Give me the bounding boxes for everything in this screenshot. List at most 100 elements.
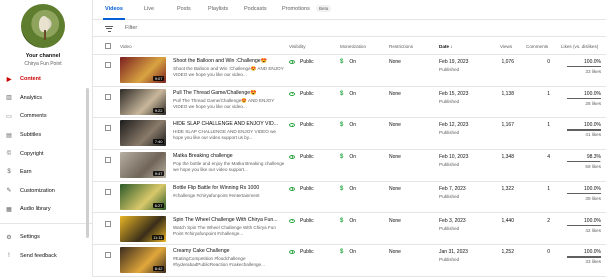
sidebar-item-comments[interactable]: ▭ Comments — [0, 107, 92, 126]
views-count: 1,348 — [501, 154, 514, 161]
video-duration: 6:27 — [153, 202, 164, 208]
views-count: 1,322 — [501, 185, 514, 192]
sidebar-item-send-feedback[interactable]: ! Send feedback — [0, 246, 92, 265]
monetization-cell[interactable]: $ On — [340, 186, 356, 192]
col-comments[interactable]: Comments — [526, 44, 548, 49]
row-checkbox[interactable] — [105, 93, 111, 100]
video-title[interactable]: Creamy Cake Challenge — [173, 248, 288, 254]
sidebar-item-analytics[interactable]: ▥ Analytics — [0, 89, 92, 108]
row-checkbox[interactable] — [105, 62, 111, 68]
table-row[interactable]: 9:47 Matka Breaking challenge Pop the bott… — [93, 150, 606, 182]
video-thumbnail[interactable]: 11:11 — [120, 215, 166, 242]
sidebar-item-content[interactable]: ▶ Content — [0, 70, 92, 89]
video-title[interactable]: Spin The Wheel Challenge With Chirya Fun… — [173, 217, 288, 223]
views-count: 1,167 — [501, 122, 514, 129]
visibility-cell[interactable]: Public — [289, 186, 314, 192]
video-thumbnail[interactable]: 8:42 — [120, 247, 166, 274]
col-likes[interactable]: Likes (vs. dislikes) — [561, 44, 598, 49]
video-title[interactable]: Shoot the Balloon and Win :Challenge😍 — [173, 58, 288, 64]
video-thumbnail[interactable]: 9:07 — [120, 57, 166, 83]
tab-promotions[interactable]: Promotions — [282, 6, 310, 12]
earn-icon: $ — [7, 169, 11, 176]
row-checkbox[interactable] — [105, 220, 111, 227]
sidebar-item-earn[interactable]: $ Earn — [0, 163, 92, 182]
tab-podcasts[interactable]: Podcasts — [244, 6, 267, 12]
monetization-cell[interactable]: $ On — [340, 154, 356, 160]
publish-date: Jan 31, 2023 — [439, 249, 468, 256]
restrictions-cell: None — [389, 59, 401, 65]
video-thumbnail[interactable]: 6:27 — [120, 183, 166, 210]
table-row[interactable]: 7:40 HIDE SLAP CHALLENGE AND ENJOY VID...… — [93, 118, 606, 151]
select-all-checkbox[interactable] — [105, 43, 111, 49]
monetization-cell[interactable]: $ On — [340, 122, 356, 128]
sidebar-item-audio-library[interactable]: ▦ Audio library — [0, 200, 92, 219]
visibility-cell[interactable]: Public — [289, 154, 314, 160]
row-checkbox[interactable] — [105, 188, 111, 195]
monetization-cell[interactable]: $ On — [340, 91, 356, 97]
tab-live[interactable]: Live — [144, 6, 154, 12]
video-thumbnail[interactable]: 9:22 — [120, 88, 166, 115]
restrictions-cell: None — [389, 217, 401, 224]
col-date[interactable]: Date ↓ — [439, 44, 453, 49]
video-title[interactable]: Bottle Flip Battle for Winning Rs 1000 — [173, 185, 288, 191]
likes-count: 28 likes — [585, 100, 601, 106]
video-description: HIDE SLAP CHALLENGE AND ENJOY VIDEO we h… — [173, 129, 276, 141]
sidebar-item-copyright[interactable]: © Copyright — [0, 144, 92, 163]
likes-count: 39 likes — [585, 195, 601, 201]
comments-count: 2 — [547, 217, 550, 224]
row-checkbox[interactable] — [105, 252, 111, 259]
tab-playlists[interactable]: Playlists — [208, 6, 228, 12]
visibility-cell[interactable]: Public — [289, 122, 314, 128]
tab-videos[interactable]: Videos — [105, 6, 123, 12]
filter-bar: Filter — [93, 20, 606, 37]
table-row[interactable]: 9:22 Pull The Thread Game/Challenge😍 Pull … — [93, 87, 606, 119]
dollar-icon: $ — [340, 90, 344, 97]
table-row[interactable]: 11:11 Spin The Wheel Challenge With Chiry… — [93, 214, 606, 246]
sidebar-item-subtitles[interactable]: ▤ Subtitles — [0, 126, 92, 145]
sidebar-item-customization[interactable]: ✎ Customization — [0, 182, 92, 201]
col-views[interactable]: Views — [500, 44, 512, 49]
row-checkbox[interactable] — [105, 157, 111, 164]
monetization-cell[interactable]: $ On — [340, 249, 356, 255]
comments-count: 4 — [547, 154, 550, 161]
sidebar-item-label: Subtitles — [20, 132, 42, 139]
sidebar-item-label: Settings — [20, 234, 40, 241]
video-thumbnail[interactable]: 9:47 — [120, 152, 166, 179]
publish-status: Published — [439, 193, 460, 199]
table-row[interactable]: 9:07 Shoot the Balloon and Win :Challenge… — [93, 55, 606, 87]
video-title[interactable]: Matka Breaking challenge — [173, 153, 288, 159]
visibility-cell[interactable]: Public — [289, 218, 314, 224]
channel-name[interactable]: Chirya Fun Point — [0, 61, 86, 67]
col-visibility: Visibility — [289, 44, 306, 49]
monetization-cell[interactable]: $ On — [340, 218, 356, 224]
likes-ratio-bar — [567, 129, 601, 131]
sidebar-scrollbar[interactable] — [86, 88, 89, 238]
audio-library-icon: ▦ — [6, 206, 12, 213]
video-description: Shoot the Balloon and Win :Challenge😍 AN… — [173, 66, 284, 77]
video-title[interactable]: Pull The Thread Game/Challenge😍 — [173, 90, 288, 96]
copyright-icon: © — [6, 150, 12, 157]
col-restrictions: Restrictions — [389, 44, 413, 49]
visibility-cell[interactable]: Public — [289, 249, 314, 255]
dollar-icon: $ — [340, 122, 344, 129]
visibility-cell[interactable]: Public — [289, 59, 314, 65]
table-row[interactable]: 8:42 Creamy Cake Challenge #EatingCompetit… — [93, 245, 606, 277]
row-checkbox[interactable] — [105, 125, 111, 132]
filter-input[interactable]: Filter — [125, 25, 137, 31]
sidebar-item-settings[interactable]: ⚙ Settings — [0, 228, 92, 247]
monetization-label: On — [349, 122, 357, 129]
video-duration: 8:42 — [153, 266, 164, 272]
channel-avatar[interactable] — [21, 4, 65, 48]
avatar-branch — [44, 30, 46, 40]
publish-date: Feb 7, 2023 — [439, 185, 466, 192]
likes-ratio-bar — [567, 66, 601, 68]
video-thumbnail[interactable]: 7:40 — [120, 120, 166, 147]
filter-icon[interactable] — [105, 25, 113, 33]
comments-count: 1 — [547, 185, 550, 192]
sidebar-divider — [0, 222, 92, 224]
table-row[interactable]: 6:27 Bottle Flip Battle for Winning Rs 10… — [93, 182, 606, 214]
visibility-cell[interactable]: Public — [289, 91, 314, 97]
monetization-cell[interactable]: $ On — [340, 59, 356, 65]
video-title[interactable]: HIDE SLAP CHALLENGE AND ENJOY VID... — [173, 121, 288, 127]
tab-posts[interactable]: Posts — [177, 6, 191, 12]
